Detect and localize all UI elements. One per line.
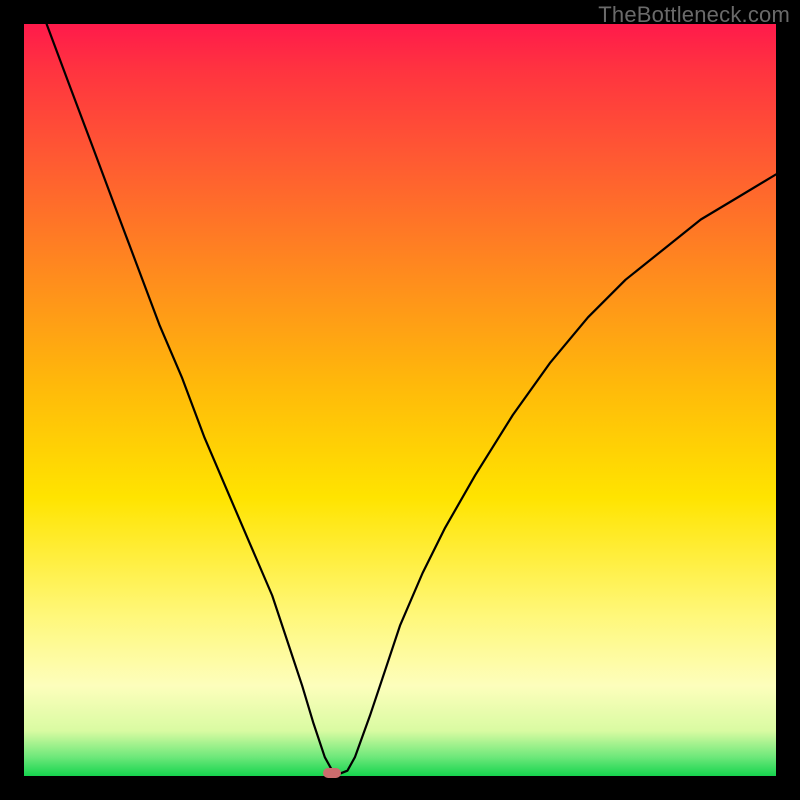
chart-frame: TheBottleneck.com <box>0 0 800 800</box>
plot-area <box>24 24 776 776</box>
bottleneck-curve <box>24 24 776 776</box>
watermark-text: TheBottleneck.com <box>598 2 790 28</box>
curve-path <box>47 24 776 774</box>
optimum-marker <box>323 768 341 778</box>
